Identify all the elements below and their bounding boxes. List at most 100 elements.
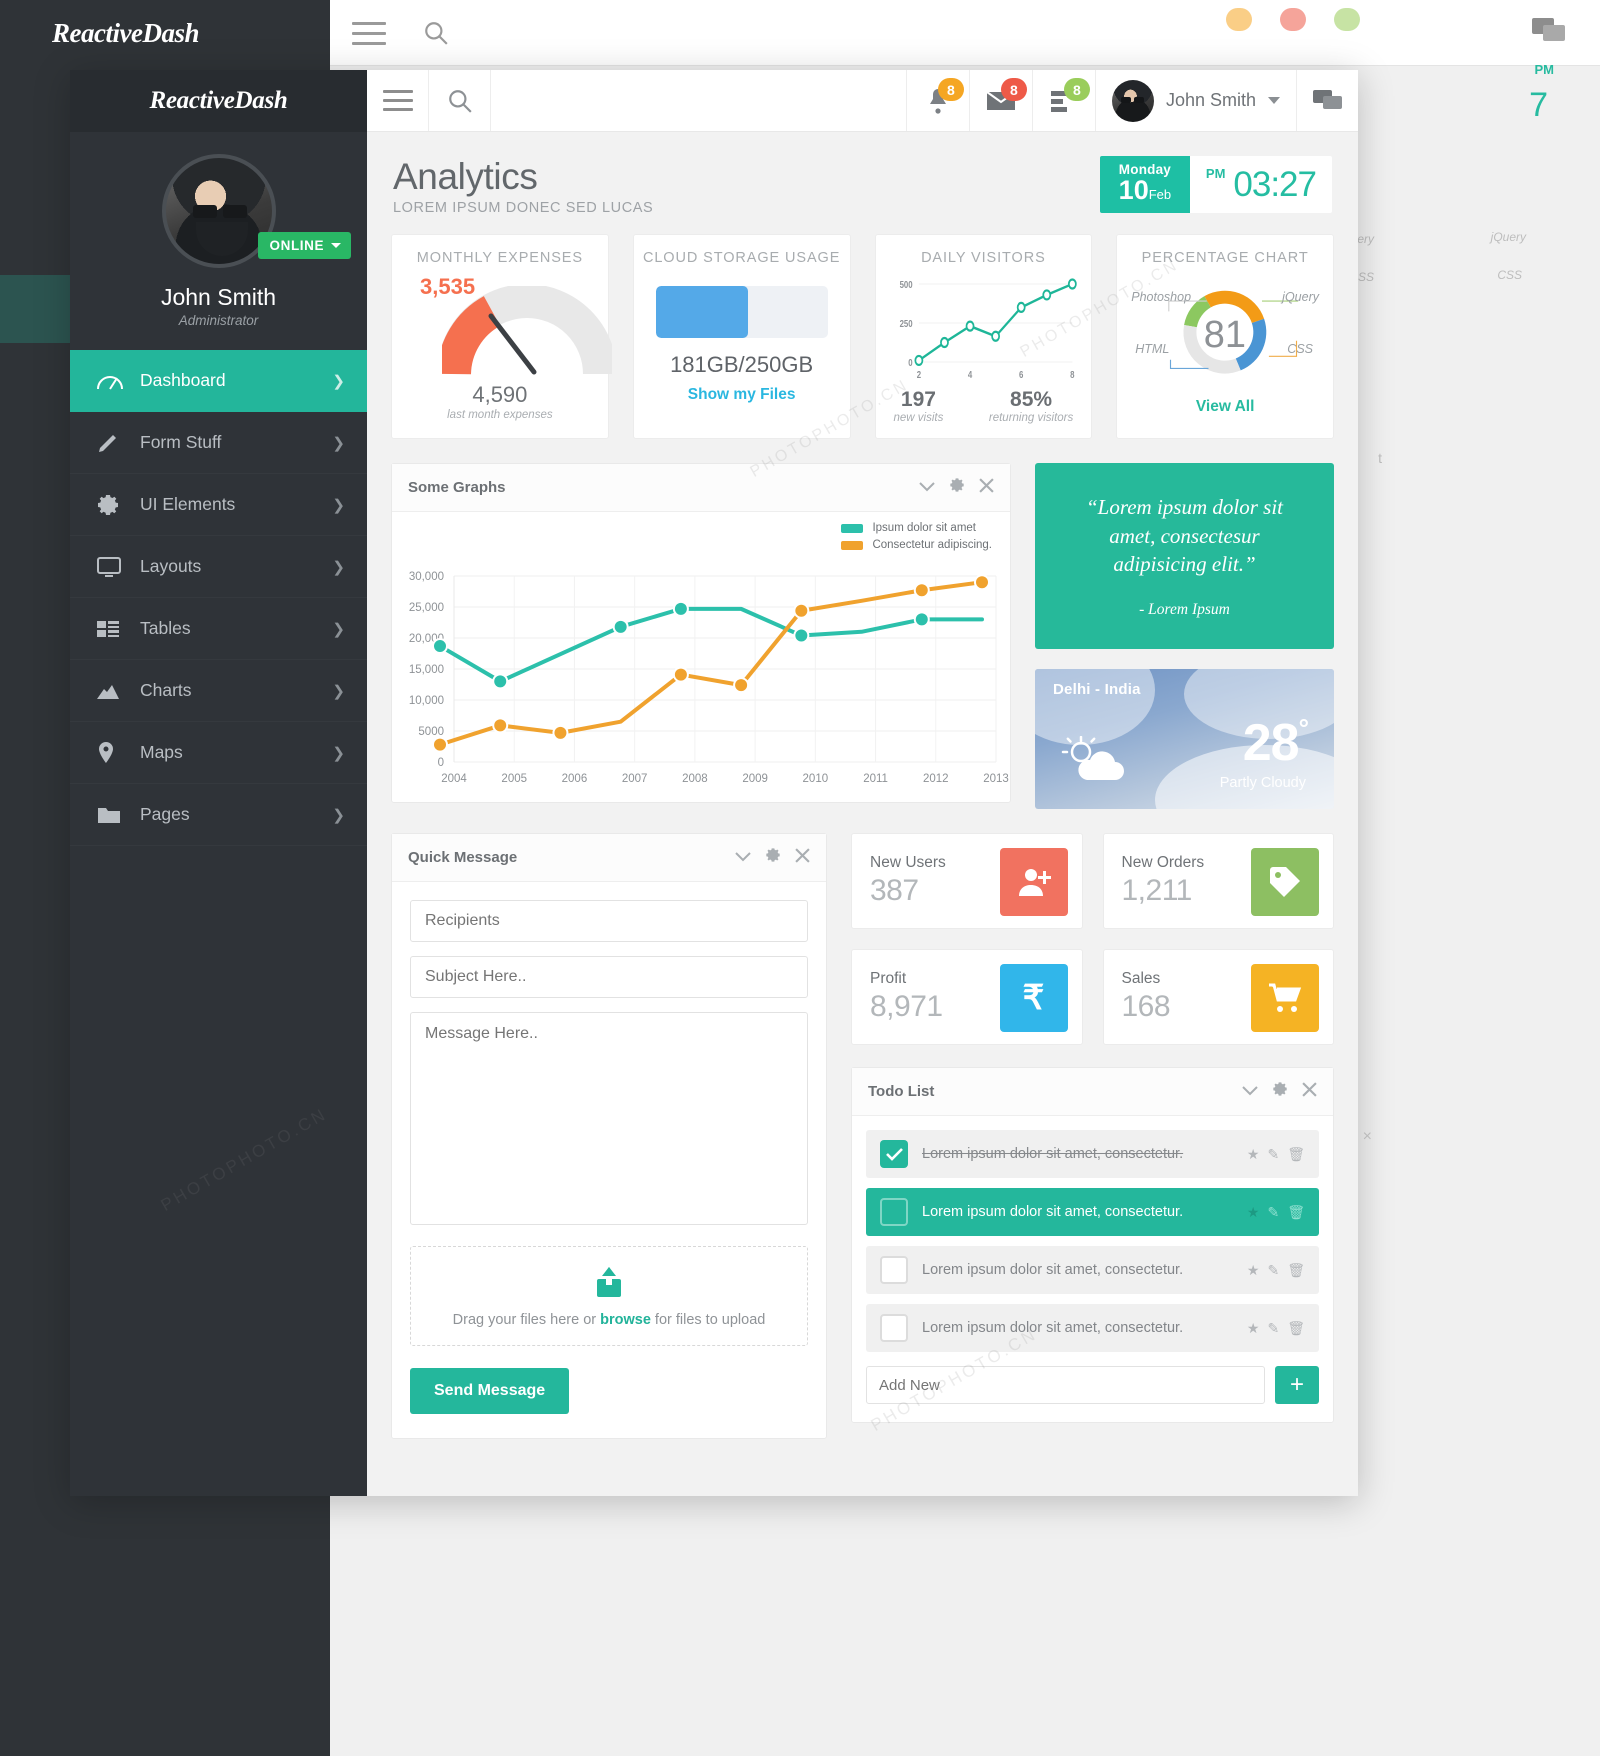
clock-ampm: PM	[1205, 166, 1226, 181]
chat-toggle-button[interactable]	[1296, 70, 1358, 131]
trash-icon[interactable]: 🗑	[1287, 1146, 1305, 1163]
speedometer-icon	[96, 369, 140, 393]
file-dropzone[interactable]: Drag your files here or browse for files…	[410, 1246, 808, 1346]
svg-text:2013: 2013	[983, 773, 1009, 785]
close-icon[interactable]	[1302, 1081, 1317, 1102]
view-all-link[interactable]: View All	[1117, 392, 1333, 432]
send-message-button[interactable]: Send Message	[410, 1368, 570, 1414]
sidebar-item-charts[interactable]: Charts ❯	[70, 660, 367, 722]
chevron-right-icon: ❯	[332, 806, 345, 824]
search-button[interactable]	[429, 70, 491, 131]
rupee-icon: ₹	[999, 964, 1068, 1032]
chart-legend: Ipsum dolor sit amet Consectetur adipisc…	[841, 522, 992, 556]
dashboard-window: ReactiveDash ONLINE John Smith Administr…	[70, 70, 1358, 1496]
weather-card: Delhi - India 28° Partly Cloudy	[1035, 669, 1334, 809]
pencil-icon[interactable]: ✎	[1267, 1320, 1279, 1337]
sidebar-item-maps[interactable]: Maps ❯	[70, 722, 367, 784]
panel-title: Todo List	[868, 1083, 935, 1100]
sun-cloud-icon	[1061, 735, 1133, 791]
recipients-input[interactable]	[410, 900, 808, 942]
sidebar-item-form-stuff[interactable]: Form Stuff ❯	[70, 412, 367, 474]
star-icon[interactable]: ★	[1247, 1204, 1260, 1221]
svg-text:2007: 2007	[622, 773, 648, 785]
todo-actions: ★ ✎ 🗑	[1247, 1262, 1305, 1279]
sidebar-item-label: Charts	[140, 680, 192, 700]
chevron-right-icon: ❯	[332, 744, 345, 762]
todo-text: Lorem ipsum dolor sit amet, consectetur.	[922, 1262, 1184, 1278]
messages-button[interactable]: 8	[968, 70, 1032, 131]
notifications-button[interactable]: 8	[905, 70, 969, 131]
sidebar-item-label: Pages	[140, 804, 190, 824]
subject-input[interactable]	[410, 956, 808, 998]
todo-add-input[interactable]	[866, 1366, 1265, 1404]
svg-text:2008: 2008	[682, 773, 708, 785]
collapse-icon[interactable]	[1242, 1083, 1258, 1101]
todo-add-button[interactable]: +	[1275, 1366, 1319, 1404]
ghost-topbar	[330, 0, 1600, 66]
close-icon[interactable]	[979, 477, 994, 498]
gear-icon[interactable]	[1272, 1081, 1288, 1102]
quote-author: - Lorem Ipsum	[1139, 600, 1230, 618]
stat-label: Sales	[1121, 970, 1161, 987]
todo-item[interactable]: Lorem ipsum dolor sit amet, consectetur.…	[866, 1304, 1319, 1352]
trash-icon[interactable]: 🗑	[1287, 1320, 1305, 1337]
quick-message-body: Drag your files here or browse for files…	[392, 882, 826, 1438]
sidebar-item-pages[interactable]: Pages ❯	[70, 784, 367, 846]
todo-checkbox[interactable]	[880, 1314, 908, 1342]
tasks-button[interactable]: 8	[1031, 70, 1095, 131]
storage-progress-fill	[655, 286, 749, 338]
pencil-icon[interactable]: ✎	[1267, 1204, 1279, 1221]
collapse-icon[interactable]	[735, 849, 751, 867]
gauge-chart: 3,535	[410, 270, 612, 382]
todo-checkbox[interactable]	[880, 1198, 908, 1226]
sidebar-item-dashboard[interactable]: Dashboard ❯	[70, 350, 367, 412]
todo-item[interactable]: Lorem ipsum dolor sit amet, consectetur.…	[866, 1130, 1319, 1178]
sidebar-item-label: Layouts	[140, 556, 202, 576]
panel-header: Some Graphs	[392, 464, 1010, 512]
chevron-down-icon	[1268, 97, 1280, 104]
star-icon[interactable]: ★	[1247, 1262, 1260, 1279]
show-my-files-link[interactable]: Show my Files	[634, 378, 850, 420]
topbar: 8 8 8 John Smith	[367, 70, 1358, 132]
panel-title: Some Graphs	[408, 479, 506, 496]
trash-icon[interactable]: 🗑	[1287, 1204, 1305, 1221]
gauge-footer: 4,590 last month expenses	[392, 382, 608, 437]
pencil-icon[interactable]: ✎	[1267, 1146, 1279, 1163]
ghost-topbar-badges	[1226, 8, 1360, 31]
monitor-icon	[96, 556, 140, 578]
browse-link[interactable]: browse	[600, 1312, 651, 1328]
user-menu[interactable]: John Smith	[1094, 70, 1296, 131]
sidebar-brand[interactable]: ReactiveDash	[70, 70, 367, 132]
svg-text:5000: 5000	[418, 726, 444, 738]
last-month-value: 4,590	[472, 382, 528, 407]
stat-card-sales: Sales 168	[1102, 949, 1334, 1045]
sidebar-item-layouts[interactable]: Layouts ❯	[70, 536, 367, 598]
message-textarea[interactable]	[410, 1012, 808, 1225]
returning-visitors-label: returning visitors	[988, 412, 1074, 424]
quick-message-panel: Quick Message Recipients Subject Here.. …	[391, 833, 827, 1439]
card-title: DAILY VISITORS	[921, 250, 1046, 266]
todo-checkbox[interactable]	[880, 1140, 908, 1168]
donut-chart: 81 Photoshop jQuery HTML CSS	[1117, 274, 1333, 392]
close-icon[interactable]	[795, 847, 810, 868]
new-visits-value: 197	[900, 388, 936, 411]
menu-toggle-button[interactable]	[367, 70, 429, 131]
todo-checkbox[interactable]	[880, 1256, 908, 1284]
kpi-card-row: MONTHLY EXPENSES 3,535 4,590 last month …	[391, 234, 1334, 439]
star-icon[interactable]: ★	[1247, 1320, 1260, 1337]
brand-label: ReactiveDash	[149, 87, 288, 114]
star-icon[interactable]: ★	[1247, 1146, 1260, 1163]
gear-icon[interactable]	[765, 847, 781, 868]
pencil-icon[interactable]: ✎	[1267, 1262, 1279, 1279]
last-month-label: last month expenses	[447, 409, 553, 421]
status-badge[interactable]: ONLINE	[257, 232, 352, 259]
todo-item[interactable]: Lorem ipsum dolor sit amet, consectetur.…	[866, 1188, 1319, 1236]
gear-icon[interactable]	[949, 477, 965, 498]
sidebar-item-ui-elements[interactable]: UI Elements ❯	[70, 474, 367, 536]
sidebar-item-tables[interactable]: Tables ❯	[70, 598, 367, 660]
collapse-icon[interactable]	[919, 479, 935, 497]
page-title: Analytics	[393, 156, 538, 197]
stat-card-profit: Profit 8,971 ₹	[851, 949, 1083, 1045]
trash-icon[interactable]: 🗑	[1287, 1262, 1305, 1279]
todo-item[interactable]: Lorem ipsum dolor sit amet, consectetur.…	[866, 1246, 1319, 1294]
